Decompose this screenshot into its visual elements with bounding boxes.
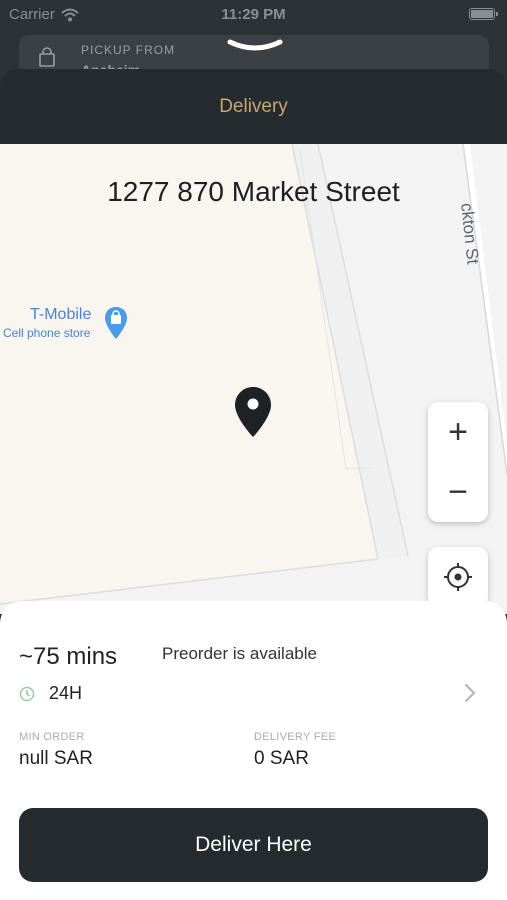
hours-row[interactable]: 24H [19,683,82,704]
locate-me-button[interactable] [428,547,488,607]
zoom-out-button[interactable]: − [428,462,488,522]
pickup-label: PICKUP FROM [81,43,176,57]
deliver-here-button[interactable]: Deliver Here [19,808,488,882]
sheet-header: Delivery [0,69,507,144]
zoom-controls: + − [428,402,488,522]
min-order-label: MIN ORDER [19,731,85,743]
battery-icon [469,8,498,20]
minus-icon: − [448,472,468,511]
plus-icon: + [448,412,468,451]
poi-name: T-Mobile [30,306,92,323]
chevron-right-icon[interactable] [462,681,478,705]
min-order-value: null SAR [19,748,93,769]
app-screen: Carrier 11:29 PM PICKUP FROM Anaheim... … [0,0,507,900]
sheet-title: Delivery [219,95,288,117]
delivery-sheet: Delivery 1277 870 Market Street ckton St… [0,69,507,900]
delivery-info-panel: ~75 mins Preorder is available 24H MIN O… [0,601,507,900]
crosshair-icon [444,563,472,591]
address-label: 1277 870 Market Street [107,176,400,207]
delivery-fee-value: 0 SAR [254,748,309,769]
poi-category: Cell phone store [3,326,91,340]
map-view[interactable]: 1277 870 Market Street ckton St T-Mobile… [0,144,507,614]
shop-bag-icon [39,47,55,67]
hours-text: 24H [49,683,83,703]
delivery-fee-label: DELIVERY FEE [254,731,337,743]
shopping-pin-icon [105,307,127,339]
preorder-text: Preorder is available [162,644,317,663]
zoom-in-button[interactable]: + [428,402,488,462]
eta-text: ~75 mins [19,643,118,670]
map-pin-icon [235,387,271,437]
clock-icon [19,686,35,701]
status-bar: Carrier 11:29 PM [0,0,507,30]
map-background [0,144,507,614]
status-time: 11:29 PM [221,6,286,23]
chevron-down-icon[interactable] [226,38,284,56]
